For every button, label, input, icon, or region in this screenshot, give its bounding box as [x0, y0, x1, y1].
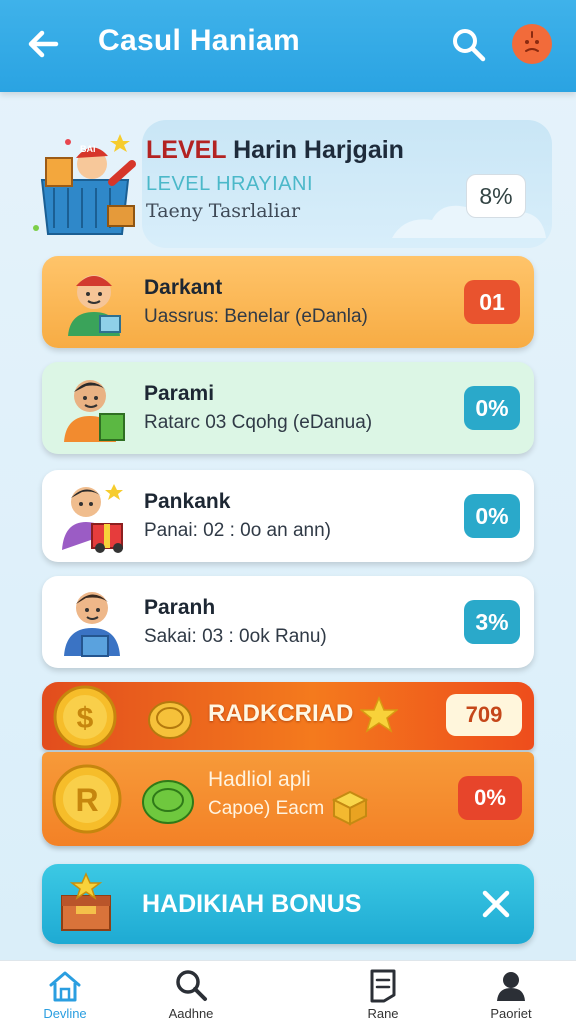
reward-sub-label: Hadliol apli — [208, 768, 311, 791]
level-subtitle: LEVEL HRAYIANI — [146, 173, 314, 195]
level-header-card: BAI LEVEL Harin Harjgain LEVEL HRAYIANI … — [28, 120, 552, 250]
document-icon — [370, 969, 396, 1003]
reward-banner-sub[interactable]: R Hadliol apli Capoe) Eacm 0% — [42, 752, 534, 846]
avatar-boy-box-icon — [64, 592, 120, 657]
home-icon — [49, 971, 81, 1002]
nav-item-search[interactable]: Aadhne — [136, 967, 246, 1023]
avatar-boy-red-cap-icon — [68, 275, 121, 336]
avatar-boy-orange-shirt-icon — [64, 380, 125, 442]
shopping-basket-illustration: BAI — [28, 124, 140, 242]
task-badge: 0% — [464, 494, 520, 538]
task-badge: 01 — [464, 280, 520, 324]
gold-coin-icon: $ — [53, 685, 117, 749]
close-icon — [482, 890, 510, 918]
nav-label: Devline — [43, 1006, 87, 1021]
nav-item-home[interactable]: Devline — [10, 967, 120, 1023]
treasure-box-icon — [61, 872, 111, 931]
bonus-banner[interactable]: HADIKIAH BONUS — [42, 864, 534, 944]
star-icon — [360, 696, 398, 733]
task-name: Darkant — [144, 276, 223, 299]
reward-main-label: RADKCRIAD — [208, 700, 354, 727]
bonus-label: HADIKIAH BONUS — [142, 890, 362, 918]
bottom-nav: Devline Aadhne Rane Paoriet — [0, 960, 576, 1024]
back-button[interactable] — [22, 22, 66, 66]
task-card[interactable]: Darkant Uassrus: Benelar (eDanla) 01 — [42, 256, 534, 348]
reward-main-percent: 709 — [446, 694, 522, 736]
task-name: Pankank — [144, 490, 231, 513]
level-title-rest: Harin Harjgain — [226, 136, 404, 164]
reward-sub-percent: 0% — [458, 776, 522, 820]
gift-box-icon — [331, 790, 369, 826]
level-title-accent: LEVEL — [146, 136, 227, 164]
level-progress-badge: 8% — [466, 174, 526, 218]
alert-button[interactable] — [512, 24, 552, 64]
svg-text:R: R — [75, 782, 98, 818]
task-detail: Sakai: 03 : 0ok Ranu) — [144, 626, 327, 647]
task-name: Parami — [144, 382, 215, 405]
close-button[interactable] — [476, 884, 516, 924]
task-name: Paranh — [144, 596, 216, 619]
task-detail: Ratarc 03 Cqohg (eDanua) — [144, 412, 373, 433]
page-title: Casul Haniam — [98, 24, 300, 57]
arrow-left-icon — [28, 30, 59, 58]
coin-stack-icon — [148, 701, 192, 739]
reward-banner-main[interactable]: $ RADKCRIAD 709 — [42, 682, 534, 750]
level-description: Taeny Tasrlaliar — [146, 200, 301, 222]
task-card[interactable]: Parami Ratarc 03 Cqohg (eDanua) 0% — [42, 362, 534, 454]
level-title: LEVEL Harin Harjgain — [146, 136, 404, 165]
profile-icon — [497, 972, 525, 1001]
nav-item-document[interactable]: Rane — [328, 967, 438, 1023]
nav-label: Aadhne — [168, 1006, 214, 1021]
alert-face-icon — [525, 31, 539, 52]
shopping-basket-icon — [33, 134, 136, 235]
search-button[interactable] — [448, 24, 490, 66]
basket-tag: BAI — [80, 144, 96, 154]
task-badge: 3% — [464, 600, 520, 644]
svg-text:$: $ — [77, 702, 94, 735]
nav-label: Paoriet — [490, 1006, 532, 1021]
reward-sub-caption: Capoe) Eacm — [208, 798, 325, 819]
task-detail: Uassrus: Benelar (eDanla) — [144, 306, 368, 327]
search-icon — [453, 29, 486, 62]
gold-coin-icon: R — [52, 764, 122, 834]
task-card[interactable]: Paranh Sakai: 03 : 0ok Ranu) 3% — [42, 576, 534, 668]
app-bar: Casul Haniam — [0, 0, 576, 92]
avatar-boy-gift-icon — [62, 484, 123, 553]
green-coin-icon — [142, 780, 194, 824]
task-detail: Panai: 02 : 0o an ann) — [144, 520, 331, 541]
nav-item-profile[interactable]: Paoriet — [456, 967, 566, 1023]
task-card[interactable]: Pankank Panai: 02 : 0o an ann) 0% — [42, 470, 534, 562]
search-icon — [176, 970, 207, 1001]
nav-label: Rane — [367, 1006, 399, 1021]
task-badge: 0% — [464, 386, 520, 430]
